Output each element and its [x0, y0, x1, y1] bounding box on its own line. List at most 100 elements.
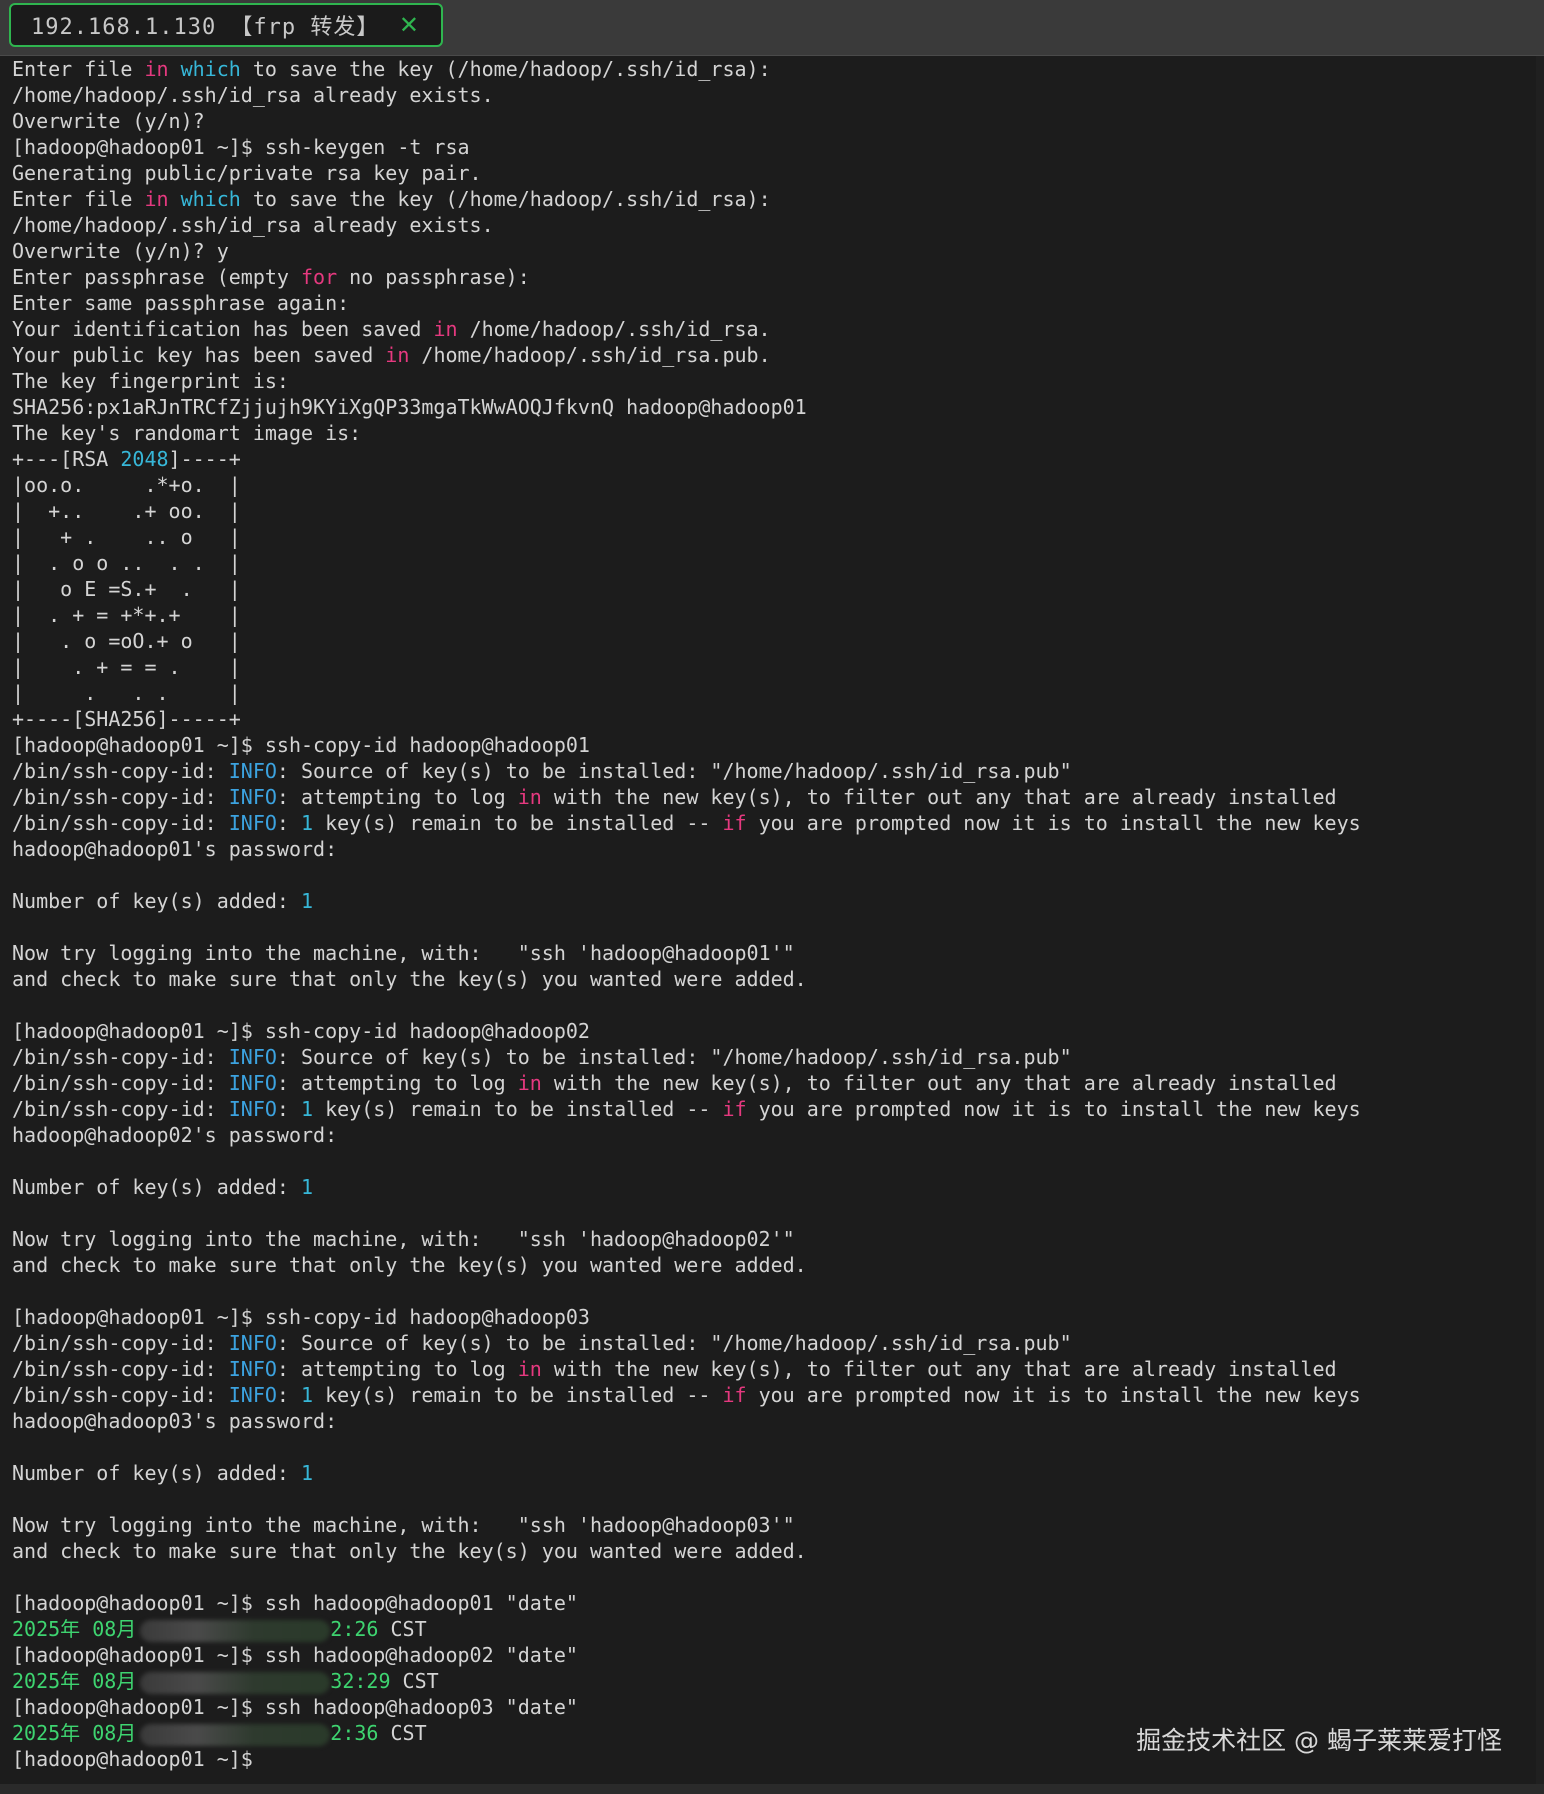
- terminal-text-segment: /bin/ssh-copy-id:: [12, 1331, 229, 1355]
- terminal-text-segment: Your public key has been saved: [12, 343, 386, 367]
- terminal-text-segment: INFO: [228, 759, 277, 783]
- close-icon[interactable]: ✕: [399, 12, 419, 38]
- terminal-text-segment: to save the key (/home/hadoop/.ssh/id_rs…: [240, 57, 771, 81]
- terminal-text-segment: if: [722, 811, 747, 835]
- terminal-line: [hadoop@hadoop01 ~]$ ssh-keygen -t rsa: [12, 134, 1536, 160]
- terminal-text-segment: [hadoop@hadoop01 ~]$ ssh hadoop@hadoop01…: [12, 1591, 578, 1615]
- terminal-text-segment: 2025年 08月: [12, 1721, 137, 1745]
- terminal-text-segment: /bin/ssh-copy-id:: [12, 785, 229, 809]
- terminal-text-segment: Now try logging into the machine, with: …: [12, 1227, 795, 1251]
- terminal-line: Enter file in which to save the key (/ho…: [12, 186, 1536, 212]
- terminal-scrollbar[interactable]: [1536, 56, 1544, 1784]
- terminal-text-segment: Number of key(s) added:: [12, 1461, 301, 1485]
- terminal-text-segment: /bin/ssh-copy-id:: [12, 1357, 229, 1381]
- terminal-line: /home/hadoop/.ssh/id_rsa already exists.: [12, 212, 1536, 238]
- terminal-text-segment: INFO: [228, 1383, 277, 1407]
- terminal-line: [hadoop@hadoop01 ~]$ ssh hadoop@hadoop02…: [12, 1642, 1536, 1668]
- terminal-line: Enter passphrase (empty for no passphras…: [12, 264, 1536, 290]
- terminal-text-segment: : Source of key(s) to be installed: "/ho…: [276, 1331, 1072, 1355]
- terminal-text-segment: | . o =oO.+ o |: [12, 629, 241, 653]
- terminal-text-segment: to save the key (/home/hadoop/.ssh/id_rs…: [240, 187, 771, 211]
- terminal-text-segment: with the new key(s), to filter out any t…: [541, 1357, 1337, 1381]
- terminal-line: | . . . |: [12, 680, 1536, 706]
- terminal-text-segment: in: [517, 785, 542, 809]
- terminal-text-segment: 2048: [120, 447, 169, 471]
- terminal-text-segment: | . + = = . |: [12, 655, 241, 679]
- terminal-line: /bin/ssh-copy-id: INFO: 1 key(s) remain …: [12, 1096, 1536, 1122]
- terminal-line: and check to make sure that only the key…: [12, 1538, 1536, 1564]
- terminal-text-segment: 2025年 08月: [12, 1617, 137, 1641]
- bottom-status-bar: [0, 1784, 1544, 1794]
- terminal-line: +---[RSA 2048]----+: [12, 446, 1536, 472]
- terminal-line: Now try logging into the machine, with: …: [12, 1512, 1536, 1538]
- terminal-line: /bin/ssh-copy-id: INFO: 1 key(s) remain …: [12, 1382, 1536, 1408]
- terminal-text-segment: hadoop@hadoop01's password:: [12, 837, 338, 861]
- terminal-tab-bar: 192.168.1.130 【frp 转发】 ✕: [0, 0, 1544, 56]
- terminal-text-segment: 2:36: [330, 1721, 379, 1745]
- terminal-line: /bin/ssh-copy-id: INFO: Source of key(s)…: [12, 1044, 1536, 1070]
- terminal-line: hadoop@hadoop01's password:: [12, 836, 1536, 862]
- terminal-text-segment: 1: [301, 1383, 314, 1407]
- terminal-text-segment: in: [517, 1071, 542, 1095]
- terminal-line: and check to make sure that only the key…: [12, 1252, 1536, 1278]
- terminal-text-segment: Enter file: [12, 187, 145, 211]
- terminal-line: | + . .. o |: [12, 524, 1536, 550]
- terminal-text-segment: and check to make sure that only the key…: [12, 1539, 807, 1563]
- terminal-line: [hadoop@hadoop01 ~]$ ssh-copy-id hadoop@…: [12, 732, 1536, 758]
- terminal-text-segment: hadoop@hadoop03's password:: [12, 1409, 338, 1433]
- terminal-text-segment: CST: [378, 1617, 427, 1641]
- terminal-text-segment: 1: [301, 811, 314, 835]
- terminal-text-segment: | o E =S.+ . |: [12, 577, 241, 601]
- terminal-text-segment: CST: [390, 1669, 439, 1693]
- terminal-output[interactable]: Enter file in which to save the key (/ho…: [0, 56, 1536, 1784]
- terminal-line: Now try logging into the machine, with: …: [12, 1226, 1536, 1252]
- redacted-region: [140, 1671, 331, 1694]
- session-tab[interactable]: 192.168.1.130 【frp 转发】 ✕: [9, 3, 443, 47]
- terminal-text-segment: Enter passphrase (empty: [12, 265, 301, 289]
- terminal-text-segment: for: [300, 265, 338, 289]
- terminal-line: Overwrite (y/n)? y: [12, 238, 1536, 264]
- terminal-text-segment: Number of key(s) added:: [12, 889, 301, 913]
- terminal-text-segment: +---[RSA: [12, 447, 121, 471]
- terminal-line: 2025年 08月 32:29 CST: [12, 1668, 1536, 1694]
- terminal-text-segment: with the new key(s), to filter out any t…: [541, 1071, 1337, 1095]
- terminal-text-segment: if: [722, 1097, 747, 1121]
- terminal-text-segment: ]----+: [168, 447, 241, 471]
- terminal-line: |oo.o. .*+o. |: [12, 472, 1536, 498]
- terminal-text-segment: | . + = +*+.+ |: [12, 603, 241, 627]
- redacted-region: [140, 1723, 331, 1746]
- terminal-text-segment: 2:26: [330, 1617, 379, 1641]
- terminal-line: /bin/ssh-copy-id: INFO: attempting to lo…: [12, 1070, 1536, 1096]
- terminal-line: /bin/ssh-copy-id: INFO: Source of key(s)…: [12, 758, 1536, 784]
- terminal-line: | +.. .+ oo. |: [12, 498, 1536, 524]
- terminal-line: /home/hadoop/.ssh/id_rsa already exists.: [12, 82, 1536, 108]
- terminal-line: [hadoop@hadoop01 ~]$ ssh-copy-id hadoop@…: [12, 1018, 1536, 1044]
- terminal-line: [hadoop@hadoop01 ~]$ ssh-copy-id hadoop@…: [12, 1304, 1536, 1330]
- terminal-line: Enter file in which to save the key (/ho…: [12, 56, 1536, 82]
- terminal-text-segment: | + . .. o |: [12, 525, 241, 549]
- terminal-text-segment: INFO: [228, 1097, 277, 1121]
- terminal-text-segment: 2025年 08月: [12, 1669, 137, 1693]
- terminal-text-segment: CST: [378, 1721, 427, 1745]
- terminal-line: Enter same passphrase again:: [12, 290, 1536, 316]
- terminal-text-segment: : Source of key(s) to be installed: "/ho…: [276, 759, 1072, 783]
- terminal-text-segment: /bin/ssh-copy-id:: [12, 1097, 229, 1121]
- terminal-text-segment: +----[SHA256]-----+: [12, 707, 241, 731]
- terminal-text-segment: Generating public/private rsa key pair.: [12, 161, 482, 185]
- terminal-line: and check to make sure that only the key…: [12, 966, 1536, 992]
- terminal-text-segment: [hadoop@hadoop01 ~]$ ssh-keygen -t rsa: [12, 135, 470, 159]
- terminal-text-segment: : attempting to log: [276, 785, 518, 809]
- terminal-line: The key fingerprint is:: [12, 368, 1536, 394]
- terminal-text-segment: Now try logging into the machine, with: …: [12, 941, 795, 965]
- terminal-text-segment: /home/hadoop/.ssh/id_rsa.: [457, 317, 771, 341]
- terminal-text-segment: :: [276, 811, 302, 835]
- terminal-text-segment: Number of key(s) added:: [12, 1175, 301, 1199]
- terminal-text-segment: INFO: [228, 1331, 277, 1355]
- terminal-text-segment: :: [276, 1097, 302, 1121]
